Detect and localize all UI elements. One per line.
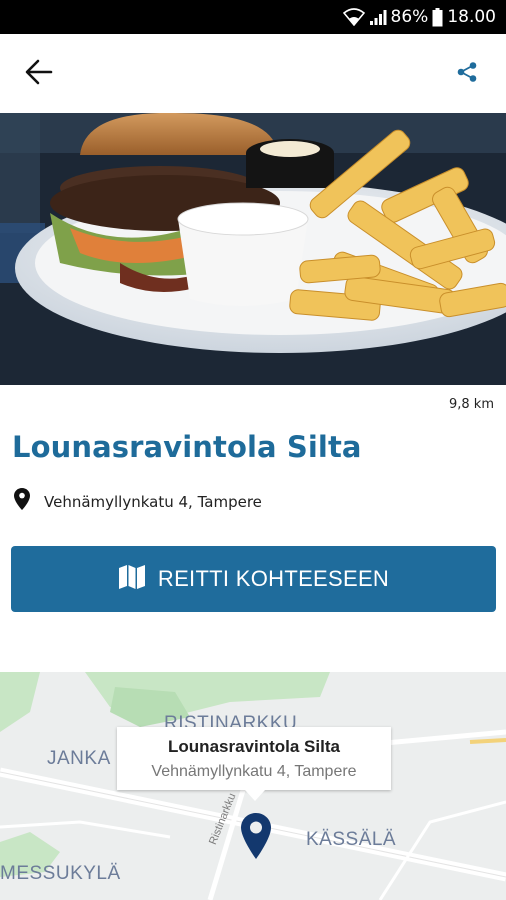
location-pin-icon bbox=[14, 488, 30, 515]
share-icon bbox=[456, 61, 478, 88]
map-area-label: JANKA bbox=[47, 748, 111, 769]
back-button[interactable] bbox=[22, 58, 56, 90]
status-bar: 86% 18.00 bbox=[0, 0, 506, 34]
restaurant-name: Lounasravintola Silta bbox=[12, 430, 362, 464]
wifi-icon bbox=[342, 8, 365, 26]
clock: 18.00 bbox=[447, 7, 496, 27]
status-icons: 86% 18.00 bbox=[342, 6, 496, 28]
signal-icon bbox=[369, 8, 387, 26]
map-icon bbox=[118, 564, 146, 595]
battery-percent: 86% bbox=[390, 7, 429, 27]
map-callout[interactable]: Lounasravintola Silta Vehnämyllynkatu 4,… bbox=[117, 727, 391, 801]
address-row: Vehnämyllynkatu 4, Tampere bbox=[14, 488, 262, 515]
address-text: Vehnämyllynkatu 4, Tampere bbox=[44, 492, 262, 511]
hero-image bbox=[0, 113, 506, 385]
map-view[interactable]: RISTINARKKU JANKA KÄSSÄLÄ MESSUKYLÄ Rist… bbox=[0, 672, 506, 900]
app-bar bbox=[0, 34, 506, 113]
back-arrow-icon bbox=[25, 59, 53, 90]
callout-address: Vehnämyllynkatu 4, Tampere bbox=[151, 763, 357, 780]
map-area-label: KÄSSÄLÄ bbox=[306, 829, 397, 850]
callout-title: Lounasravintola Silta bbox=[168, 737, 340, 756]
route-button-label: REITTI KOHTEESEEN bbox=[157, 566, 390, 591]
battery-icon bbox=[432, 7, 443, 27]
distance-label: 9,8 km bbox=[449, 397, 494, 412]
map-area-label: MESSUKYLÄ bbox=[0, 863, 121, 884]
share-button[interactable] bbox=[454, 61, 480, 87]
route-button[interactable]: REITTI KOHTEESEEN bbox=[11, 546, 496, 612]
map-marker-icon[interactable] bbox=[241, 813, 271, 864]
